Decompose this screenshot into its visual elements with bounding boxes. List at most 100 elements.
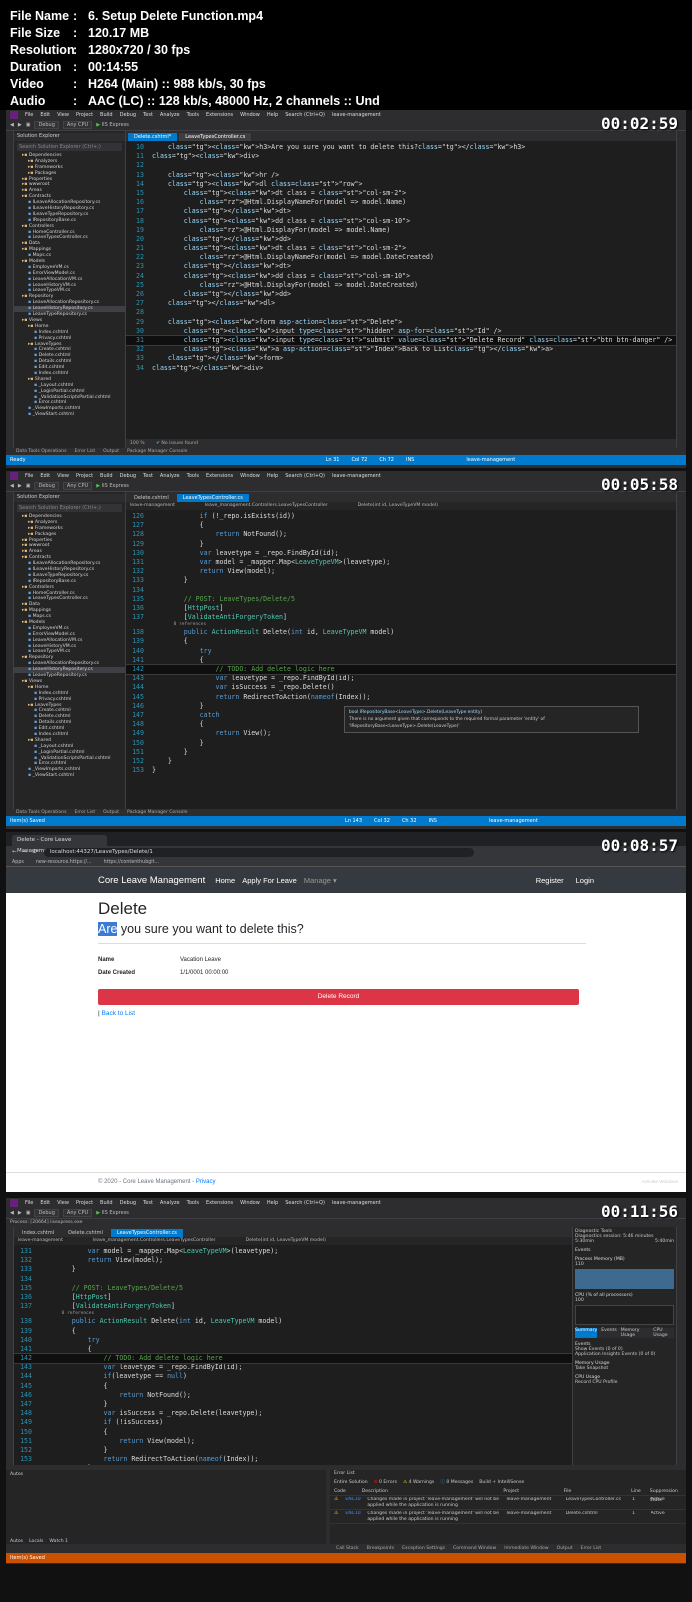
menu-item[interactable]: Window [240,1200,260,1206]
diag-ai-events[interactable]: Application Insights Events (0 of 0) [575,1352,674,1357]
code-line[interactable]: 132 return View(model); [126,567,676,576]
menu-item[interactable]: Tools [187,473,199,479]
code-line[interactable]: 131 var model = _mapper.Map<LeaveTypeVM>… [14,1247,572,1256]
code-line[interactable]: 137 [ValidateAntiForgeryToken] [14,1302,572,1311]
error-col-header[interactable]: File [564,1487,626,1495]
menu-item[interactable]: leave-management [332,112,381,118]
solution-search-input[interactable]: Search Solution Explorer (Ctrl+;) [17,143,122,151]
bottom-tab[interactable]: Error List [74,809,95,816]
code-line[interactable]: 27 class="tg"></class="kw">dl> [126,299,676,308]
error-col-header[interactable]: Project [503,1487,557,1495]
code-line[interactable]: 143 var leavetype = _repo.FindById(id); [126,674,676,683]
code-line[interactable]: 134 [126,586,676,595]
code-line[interactable]: 136 [HttpPost] [14,1293,572,1302]
menu-item[interactable]: File [25,112,33,118]
error-col-header[interactable]: Code [334,1487,356,1495]
menu-item[interactable]: Analyze [160,112,180,118]
tree-item[interactable]: ▪ _ViewStart.cshtml [14,773,125,779]
code-line[interactable]: 138 public ActionResult Delete(int id, L… [126,628,676,637]
breadcrumb-item[interactable]: leave_management.Controllers.LeaveTypesC… [205,502,328,510]
menu-item[interactable]: Edit [40,473,50,479]
menu-item[interactable]: leave-management [332,473,381,479]
error-col-header[interactable]: Line [631,1487,644,1495]
code-line[interactable]: 28 [126,308,676,317]
menu-item[interactable]: Test [143,473,153,479]
menu-item[interactable]: Analyze [160,1200,180,1206]
process-bar[interactable]: Process: [20664] iisexpress.exe [6,1219,686,1227]
code-line[interactable]: 142 // TODO: Add delete logic here [126,663,676,676]
save-icon[interactable]: ▣ [26,483,31,489]
menu-item[interactable]: Test [143,112,153,118]
code-line[interactable]: 31 class="tg"><class="kw">input type=cla… [126,334,676,347]
bottom-tab[interactable]: Data Tools Operations [16,448,66,455]
menu-item[interactable]: View [57,112,69,118]
nav-manage-dropdown[interactable]: Manage ▾ [304,876,337,885]
bottom-tab[interactable]: Exception Settings [402,1545,445,1552]
bottom-tab[interactable]: Call Stack [336,1545,359,1552]
scope-dropdown[interactable]: Entire Solution [334,1478,368,1487]
menu-item[interactable]: File [25,473,33,479]
code-line[interactable]: 22 class="rz">@Html.DisplayNameFor(model… [126,253,676,262]
error-list[interactable]: Error List Entire Solution ⊗ 0 Errors ⚠ … [330,1470,686,1544]
autos-panel[interactable]: Autos Autos Locals Watch 1 [6,1470,326,1544]
code-line[interactable]: 133 } [14,1265,572,1274]
code-editor[interactable]: Delete.cshtml* LeaveTypesController.cs 10… [126,131,676,448]
code-line[interactable]: 11 class="tg"><class="kw">div> [126,152,676,161]
error-col-header[interactable]: Suppression State [650,1487,686,1503]
diag-tab[interactable]: Summary [575,1328,598,1338]
code-line[interactable]: 34 class="tg"></class="kw">div> [126,364,676,373]
code-line[interactable]: 153} [126,766,676,775]
code-line[interactable]: 148 var isSuccess = _repo.Delete(leavety… [14,1409,572,1418]
code-line[interactable]: 145 { [14,1382,572,1391]
nav-apply-for-leave[interactable]: Apply For Leave [242,876,297,885]
zoom-level[interactable]: 100 % [130,441,145,446]
menu-item[interactable]: leave-management [332,1200,381,1206]
code-line[interactable]: 26 class="tg"></class="kw">dd> [126,290,676,299]
config-dropdown[interactable]: Debug [34,121,59,129]
menu-item[interactable]: Search (Ctrl+Q) [285,473,325,479]
code-line[interactable]: 150 } [126,739,676,748]
code-line[interactable]: 16 class="rz">@Html.DisplayNameFor(model… [126,198,676,207]
build-dropdown[interactable]: Build + IntelliSense [479,1478,524,1487]
browser-tab[interactable]: Delete - Core Leave Management [12,835,107,854]
bookmark[interactable]: new-resource.https://... [36,860,92,865]
code-line[interactable]: 24 class="tg"><class="kw">dd class = cla… [126,272,676,281]
code-line[interactable]: 137 [ValidateAntiForgeryToken] [126,613,676,622]
diag-tabs[interactable]: Summary Events Memory Usage CPU Usage [575,1328,674,1338]
code-line[interactable]: 21 class="tg"><class="kw">dt class = cla… [126,244,676,253]
locals-tabs[interactable]: Autos Locals Watch 1 [10,1539,68,1544]
editor-tab[interactable]: Index.cshtml [16,1229,61,1237]
bottom-tab[interactable]: Package Manager Console [127,448,187,455]
url-input[interactable]: localhost:44327/LeaveTypes/Delete/1 [43,847,474,857]
bottom-tab[interactable]: Error List [74,448,95,455]
record-cpu-profile-button[interactable]: Record CPU Profile [575,1380,674,1385]
nav-forward-icon[interactable]: ▶ [18,1210,22,1216]
code-line[interactable]: 147 } [14,1400,572,1409]
code-lines[interactable]: 126 if (!_repo.isExists(id)) 127 {128 ret… [126,512,676,775]
forward-icon[interactable]: → [23,849,28,855]
diag-tab[interactable]: CPU Usage [653,1328,674,1338]
menu-item[interactable]: Test [143,1200,153,1206]
code-line[interactable]: 126 if (!_repo.isExists(id)) [126,512,676,521]
code-line[interactable]: 141 { [14,1345,572,1354]
back-icon[interactable]: ← [12,849,17,855]
errors-filter[interactable]: ⊗ 0 Errors [374,1478,397,1487]
privacy-link[interactable]: Privacy [196,1179,216,1185]
diagnostic-tools[interactable]: Diagnostic Tools Diagnostics session: 5:… [572,1227,676,1465]
code-line[interactable]: 140 try [126,647,676,656]
menu-item[interactable]: Search (Ctrl+Q) [285,1200,325,1206]
delete-record-button[interactable]: Delete Record [98,989,579,1005]
menu-item[interactable]: View [57,473,69,479]
code-line[interactable]: 144 if(leavetype == null) [14,1372,572,1381]
left-tool-rail[interactable] [6,1227,14,1465]
take-snapshot-button[interactable]: Take Snapshot [575,1366,674,1371]
menu-item[interactable]: File [25,1200,33,1206]
code-editor[interactable]: Index.cshtml Delete.cshtml LeaveTypesContr… [14,1227,572,1465]
solution-explorer[interactable]: Solution Explorer Search Solution Explore… [14,492,126,809]
code-line[interactable]: 12 [126,161,676,170]
menu-item[interactable]: Help [267,1200,278,1206]
bottom-tab[interactable]: Error List [581,1545,602,1552]
code-line[interactable]: 14 class="tg"><class="kw">dl class=class… [126,180,676,189]
menu-item[interactable]: Debug [120,473,136,479]
bottom-tab[interactable]: Breakpoints [367,1545,394,1552]
